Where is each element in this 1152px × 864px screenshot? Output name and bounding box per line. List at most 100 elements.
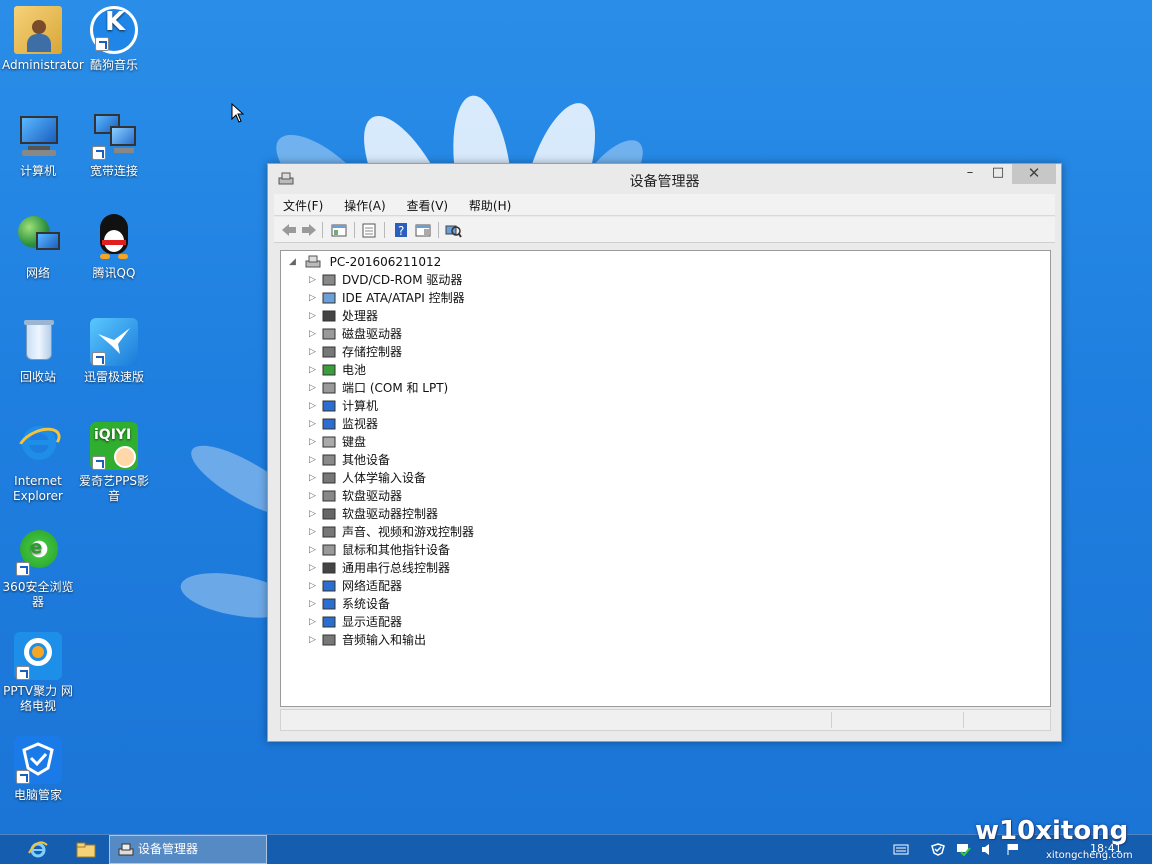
collapsed-arrow-icon[interactable]: ▷	[309, 505, 319, 523]
network-status-tray-icon[interactable]	[955, 843, 971, 856]
action-pane-icon[interactable]	[414, 222, 432, 238]
desktop-icon-broadband[interactable]: 宽带连接	[78, 112, 150, 179]
collapsed-arrow-icon[interactable]: ▷	[309, 379, 319, 397]
device-category-icon	[322, 400, 336, 412]
desktop-icon-computer[interactable]: 计算机	[2, 112, 74, 179]
collapsed-arrow-icon[interactable]: ▷	[309, 595, 319, 613]
collapsed-arrow-icon[interactable]: ▷	[309, 397, 319, 415]
collapsed-arrow-icon[interactable]: ▷	[309, 541, 319, 559]
help-icon[interactable]: ?	[392, 222, 410, 238]
tree-item[interactable]: ▷ 处理器	[309, 307, 378, 325]
collapsed-arrow-icon[interactable]: ▷	[309, 415, 319, 433]
svg-text:?: ?	[398, 224, 404, 238]
tree-item[interactable]: ▷ DVD/CD-ROM 驱动器	[309, 271, 462, 289]
device-tree[interactable]: ◢ PC-201606211012 ▷ DVD/CD-ROM 驱动器 ▷ IDE AT…	[280, 250, 1051, 707]
tree-item[interactable]: ▷ 软盘驱动器	[309, 487, 402, 505]
shortcut-arrow-icon	[16, 562, 30, 576]
tree-root-label: PC-201606211012	[329, 255, 442, 269]
tree-item[interactable]: ▷ 音频输入和输出	[309, 631, 426, 649]
collapsed-arrow-icon[interactable]: ▷	[309, 469, 319, 487]
tree-item-label: 监视器	[342, 417, 379, 431]
collapsed-arrow-icon[interactable]: ▷	[309, 631, 319, 649]
desktop-icon-xunlei[interactable]: 迅雷极速版	[78, 318, 150, 385]
taskbar-device-manager-button[interactable]: 设备管理器	[109, 835, 267, 864]
device-category-icon	[322, 328, 336, 340]
security-shield-tray-icon[interactable]	[930, 843, 946, 856]
collapsed-arrow-icon[interactable]: ▷	[309, 271, 319, 289]
tree-item-label: 电池	[342, 363, 367, 377]
collapsed-arrow-icon[interactable]: ▷	[309, 433, 319, 451]
tree-item[interactable]: ▷ 存储控制器	[309, 343, 402, 361]
tree-item[interactable]: ▷ 软盘驱动器控制器	[309, 505, 438, 523]
tree-item[interactable]: ▷ 网络适配器	[309, 577, 402, 595]
back-arrow-icon[interactable]	[280, 222, 298, 238]
tree-item[interactable]: ▷ 端口 (COM 和 LPT)	[309, 379, 448, 397]
maximize-button[interactable]: □	[984, 164, 1012, 184]
tree-item[interactable]: ▷ 通用串行总线控制器	[309, 559, 450, 577]
collapsed-arrow-icon[interactable]: ▷	[309, 487, 319, 505]
tree-item[interactable]: ▷ 系统设备	[309, 595, 390, 613]
desktop-icon-pc-manager[interactable]: 电脑管家	[2, 736, 74, 803]
device-category-icon	[322, 634, 336, 646]
keyboard-tray-icon[interactable]	[893, 843, 909, 856]
file-explorer-taskbar-icon[interactable]	[76, 842, 96, 858]
desktop-icon-pptv[interactable]: PPTV聚力 网络电视	[2, 632, 74, 714]
title-bar[interactable]: 设备管理器 – □ ✕	[268, 164, 1061, 194]
tree-item[interactable]: ▷ 计算机	[309, 397, 378, 415]
tree-item[interactable]: ▷ 其他设备	[309, 451, 390, 469]
tree-item[interactable]: ▷ 监视器	[309, 415, 378, 433]
minimize-button[interactable]: –	[956, 164, 984, 184]
menu-file[interactable]: 文件(F)	[274, 194, 331, 214]
desktop-icon-recycle-bin[interactable]: 回收站	[2, 318, 74, 385]
tree-item-label: 音频输入和输出	[342, 633, 427, 647]
expanded-arrow-icon[interactable]: ◢	[289, 253, 299, 271]
tree-item[interactable]: ▷ IDE ATA/ATAPI 控制器	[309, 289, 465, 307]
tree-root[interactable]: ◢ PC-201606211012	[289, 253, 441, 271]
device-category-icon	[322, 418, 336, 430]
collapsed-arrow-icon[interactable]: ▷	[309, 577, 319, 595]
tree-item[interactable]: ▷ 鼠标和其他指针设备	[309, 541, 450, 559]
collapsed-arrow-icon[interactable]: ▷	[309, 559, 319, 577]
tree-item[interactable]: ▷ 键盘	[309, 433, 366, 451]
collapsed-arrow-icon[interactable]: ▷	[309, 343, 319, 361]
tree-item[interactable]: ▷ 电池	[309, 361, 366, 379]
desktop-icon-iqiyi[interactable]: iQIYI 爱奇艺PPS影音	[78, 422, 150, 504]
desktop-icon-label: 回收站	[19, 370, 56, 384]
desktop-icon-network[interactable]: 网络	[2, 214, 74, 281]
device-manager-window[interactable]: 设备管理器 – □ ✕ 文件(F) 操作(A) 查看(V) 帮助(H) ? ◢ …	[267, 163, 1062, 742]
tree-item-label: 声音、视频和游戏控制器	[342, 525, 475, 539]
toolbar-separator	[438, 222, 439, 238]
show-hide-console-tree-icon[interactable]	[330, 222, 348, 238]
properties-icon[interactable]	[360, 222, 378, 238]
collapsed-arrow-icon[interactable]: ▷	[309, 289, 319, 307]
scan-hardware-changes-icon[interactable]	[444, 222, 462, 238]
collapsed-arrow-icon[interactable]: ▷	[309, 613, 319, 631]
tree-item[interactable]: ▷ 人体学输入设备	[309, 469, 426, 487]
collapsed-arrow-icon[interactable]: ▷	[309, 523, 319, 541]
collapsed-arrow-icon[interactable]: ▷	[309, 307, 319, 325]
tree-item-label: 其他设备	[342, 453, 391, 467]
ie-taskbar-icon[interactable]	[28, 841, 48, 859]
collapsed-arrow-icon[interactable]: ▷	[309, 451, 319, 469]
menu-action[interactable]: 操作(A)	[335, 194, 394, 214]
tree-item[interactable]: ▷ 声音、视频和游戏控制器	[309, 523, 474, 541]
desktop-icon-administrator[interactable]: Administrator	[2, 6, 84, 73]
tree-item-label: 通用串行总线控制器	[342, 561, 451, 575]
tree-item[interactable]: ▷ 显示适配器	[309, 613, 402, 631]
desktop-icon-label: 360安全浏览器	[2, 580, 74, 609]
desktop-icon-qq[interactable]: 腾讯QQ	[78, 214, 150, 281]
collapsed-arrow-icon[interactable]: ▷	[309, 361, 319, 379]
desktop-icon-kugou[interactable]: K 酷狗音乐	[78, 6, 150, 73]
tree-item-label: 系统设备	[342, 597, 391, 611]
menu-view[interactable]: 查看(V)	[398, 194, 457, 214]
collapsed-arrow-icon[interactable]: ▷	[309, 325, 319, 343]
tree-item[interactable]: ▷ 磁盘驱动器	[309, 325, 402, 343]
tree-item-label: 端口 (COM 和 LPT)	[342, 381, 449, 395]
desktop-icon-360-browser[interactable]: e 360安全浏览器	[2, 528, 74, 610]
close-button[interactable]: ✕	[1012, 164, 1056, 184]
desktop-icon-ie[interactable]: Internet Explorer	[2, 421, 74, 504]
status-cell	[963, 712, 964, 728]
menu-help[interactable]: 帮助(H)	[460, 194, 519, 214]
forward-arrow-icon[interactable]	[300, 222, 318, 238]
shortcut-arrow-icon	[95, 37, 109, 51]
